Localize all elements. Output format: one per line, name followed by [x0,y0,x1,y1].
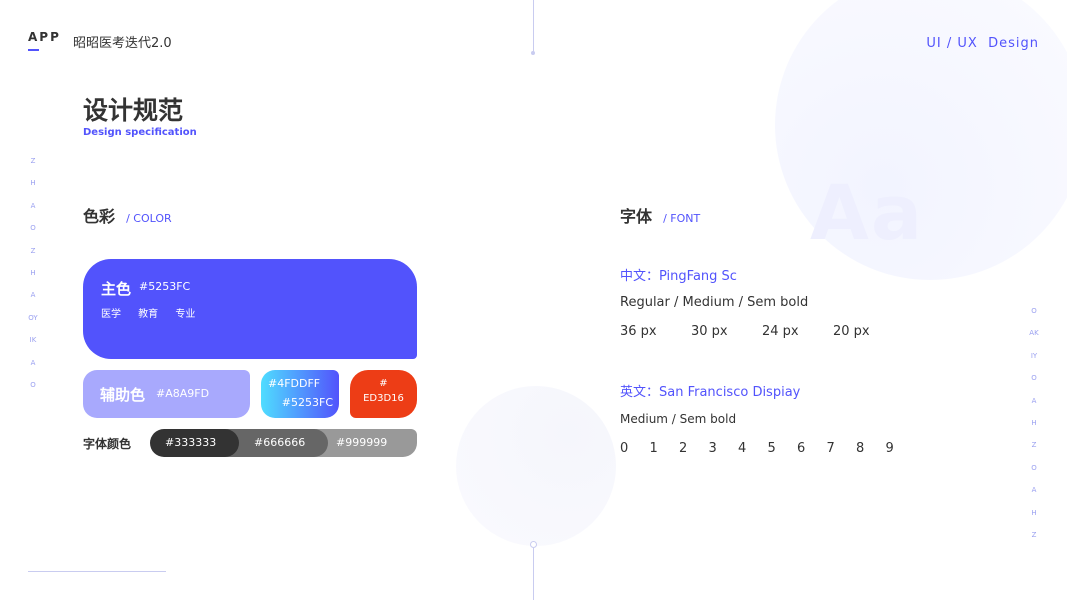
english-font-weights: Medium / Sem bold [620,412,737,426]
secondary-color-hex: #A8A9FD [156,387,210,400]
digit-item: 3 [708,441,717,456]
color-section-title: 色彩 / COLOR [83,203,172,227]
font-title-cn: 字体 [620,207,653,226]
font-size-item: 24 px [762,324,799,339]
digit-item: 5 [767,441,776,456]
center-divider-bottom [533,548,534,600]
font-title-en: / FONT [663,212,701,225]
page-subtitle: Design specification [83,127,197,138]
secondary-color-swatch: 辅助色 #A8A9FD [83,370,250,418]
center-divider-top-dot [531,51,535,55]
digit-item: 0 [620,441,629,456]
decorative-circle-small [456,386,616,546]
chinese-font-name: 中文：PingFang Sc [620,269,737,284]
digit-item: 9 [885,441,894,456]
primary-color-swatch: 主色 #5253FC 医学 教育 专业 [83,259,417,359]
font-color-bar: #333333 #666666 #999999 [150,429,417,457]
font-colors-label: 字体颜色 [83,437,132,451]
digit-samples: 0 1 2 3 4 5 6 7 8 9 [620,441,915,456]
gradient-to-hex: #5253FC [281,396,333,409]
digit-item: 1 [649,441,658,456]
secondary-color-name: 辅助色 [100,386,146,404]
font-size-item: 30 px [691,324,728,339]
bottom-accent-line [28,571,166,572]
digit-item: 7 [826,441,835,456]
font-color-light: #999999 [314,429,417,457]
app-label: APP [28,30,61,44]
font-watermark: Aa [810,168,925,257]
color-title-cn: 色彩 [83,207,116,226]
chinese-font-weights: Regular / Medium / Sem bold [620,295,809,310]
page-title: 设计规范 [83,96,184,125]
digit-item: 8 [856,441,865,456]
gradient-from-hex: #4FDDFF [268,377,321,390]
font-color-medium: #666666 [225,429,328,457]
side-text-right: OAKIYOAHZOAHZ [1029,307,1039,540]
gradient-color-swatch: #4FDDFF #5253FC [261,370,339,418]
color-title-en: / COLOR [126,212,172,225]
app-label-underline [28,49,39,51]
center-divider-bottom-dot [530,541,537,548]
primary-color-tags: 医学 教育 专业 [101,309,196,320]
accent-color-hash: # [379,378,388,389]
ui-ux-design-label: UI / UX Design [926,36,1039,51]
digit-item: 6 [797,441,806,456]
english-font-name: 英文：San Francisco Dispiay [620,385,801,400]
center-divider-top [533,0,534,52]
digit-item: 2 [679,441,688,456]
font-size-item: 20 px [833,324,870,339]
accent-color-code: ED3D16 [363,393,404,404]
primary-color-hex: #5253FC [139,280,191,293]
font-size-item: 36 px [620,324,657,339]
digit-item: 4 [738,441,747,456]
font-color-dark: #333333 [150,429,239,457]
app-title: 昭昭医考迭代2.0 [73,36,172,51]
primary-color-name: 主色 [101,280,132,298]
font-section-title: 字体 / FONT [620,203,700,227]
accent-color-swatch: # ED3D16 [350,370,417,418]
chinese-font-sizes: 36 px 30 px 24 px 20 px [620,324,904,339]
side-text-left: ZHAOZHAOYIKAO [28,157,38,390]
